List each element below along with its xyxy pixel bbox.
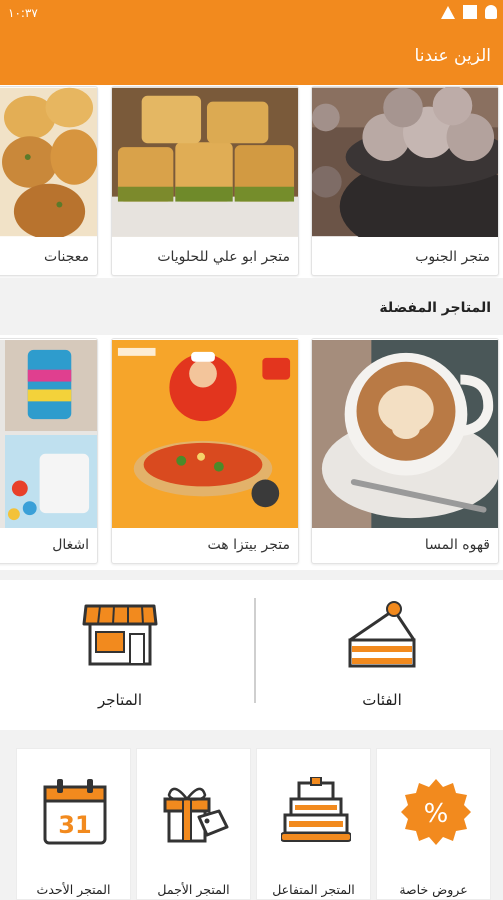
store-filters-grid: % عروض خاصة المتجر المتفاعل المتجر الأجم…: [0, 740, 503, 900]
percent-symbol: %: [424, 799, 449, 829]
favorite-store-card[interactable]: اشغال: [0, 338, 98, 564]
favorite-store-label: قهوه المسا: [424, 537, 490, 553]
app-bar: الزين عندنا: [0, 28, 503, 85]
gift-tag-icon: [163, 787, 229, 843]
layered-cake-icon: [281, 777, 351, 842]
most-beautiful-store-tile[interactable]: المتجر الأجمل: [136, 748, 251, 900]
interactive-store-label: المتجر المتفاعل: [272, 882, 355, 897]
calendar-icon: 31: [43, 779, 107, 845]
app-title: الزين عندنا: [414, 46, 491, 66]
bell-icon: [485, 5, 497, 19]
favorite-store-card[interactable]: قهوه المسا: [311, 338, 499, 564]
store-card[interactable]: متجر ابو علي للحلويات: [111, 86, 299, 276]
categories-label: الفئات: [362, 691, 402, 709]
interactive-store-tile[interactable]: المتجر المتفاعل: [256, 748, 371, 900]
newest-store-tile[interactable]: 31 المتجر الأحدث: [16, 748, 131, 900]
pizza-image: [112, 340, 298, 528]
status-time: ١٠:٣٧: [8, 6, 38, 20]
store-card-label: متجر الجنوب: [415, 249, 490, 265]
stores-label: المتاجر: [97, 691, 143, 709]
calendar-day: 31: [58, 811, 91, 839]
special-offers-tile[interactable]: % عروض خاصة: [376, 748, 491, 900]
coffee-image: [312, 340, 498, 528]
favorites-title: المتاجر المفضلة: [379, 300, 491, 316]
favorite-store-card[interactable]: متجر بيتزا هت: [111, 338, 299, 564]
cake-slice-icon: [348, 601, 416, 668]
warning-icon: [441, 5, 455, 19]
favorites-carousel[interactable]: قهوه المسا متجر بيتزا هت اشغال: [0, 335, 503, 570]
store-card[interactable]: متجر الجنوب: [311, 86, 499, 276]
crafts-image: [0, 340, 97, 528]
newest-store-label: المتجر الأحدث: [36, 882, 111, 897]
status-icons: [441, 5, 497, 19]
notification-square-icon: [463, 5, 477, 19]
categories-button[interactable]: الفئات: [262, 580, 502, 730]
special-offers-label: عروض خاصة: [399, 882, 468, 897]
storefront-icon: [82, 604, 158, 666]
favorite-store-label: اشغال: [52, 537, 89, 553]
pastries-image: [0, 87, 97, 237]
baklava-image: [112, 87, 298, 237]
top-stores-carousel[interactable]: متجر الجنوب متجر ابو علي للحلويات معجنات: [0, 85, 503, 278]
most-beautiful-store-label: المتجر الأجمل: [157, 882, 230, 897]
discount-badge-icon: %: [401, 779, 471, 845]
store-card-label: معجنات: [44, 249, 89, 265]
truffles-image: [312, 87, 498, 237]
navigation-panel: الفئات المتاجر: [0, 580, 503, 730]
store-card-label: متجر ابو علي للحلويات: [157, 249, 290, 265]
store-card[interactable]: معجنات: [0, 86, 98, 276]
status-bar: ١٠:٣٧: [0, 0, 503, 28]
stores-button[interactable]: المتاجر: [0, 580, 240, 730]
panel-divider: [254, 598, 256, 703]
favorite-store-label: متجر بيتزا هت: [207, 537, 290, 553]
